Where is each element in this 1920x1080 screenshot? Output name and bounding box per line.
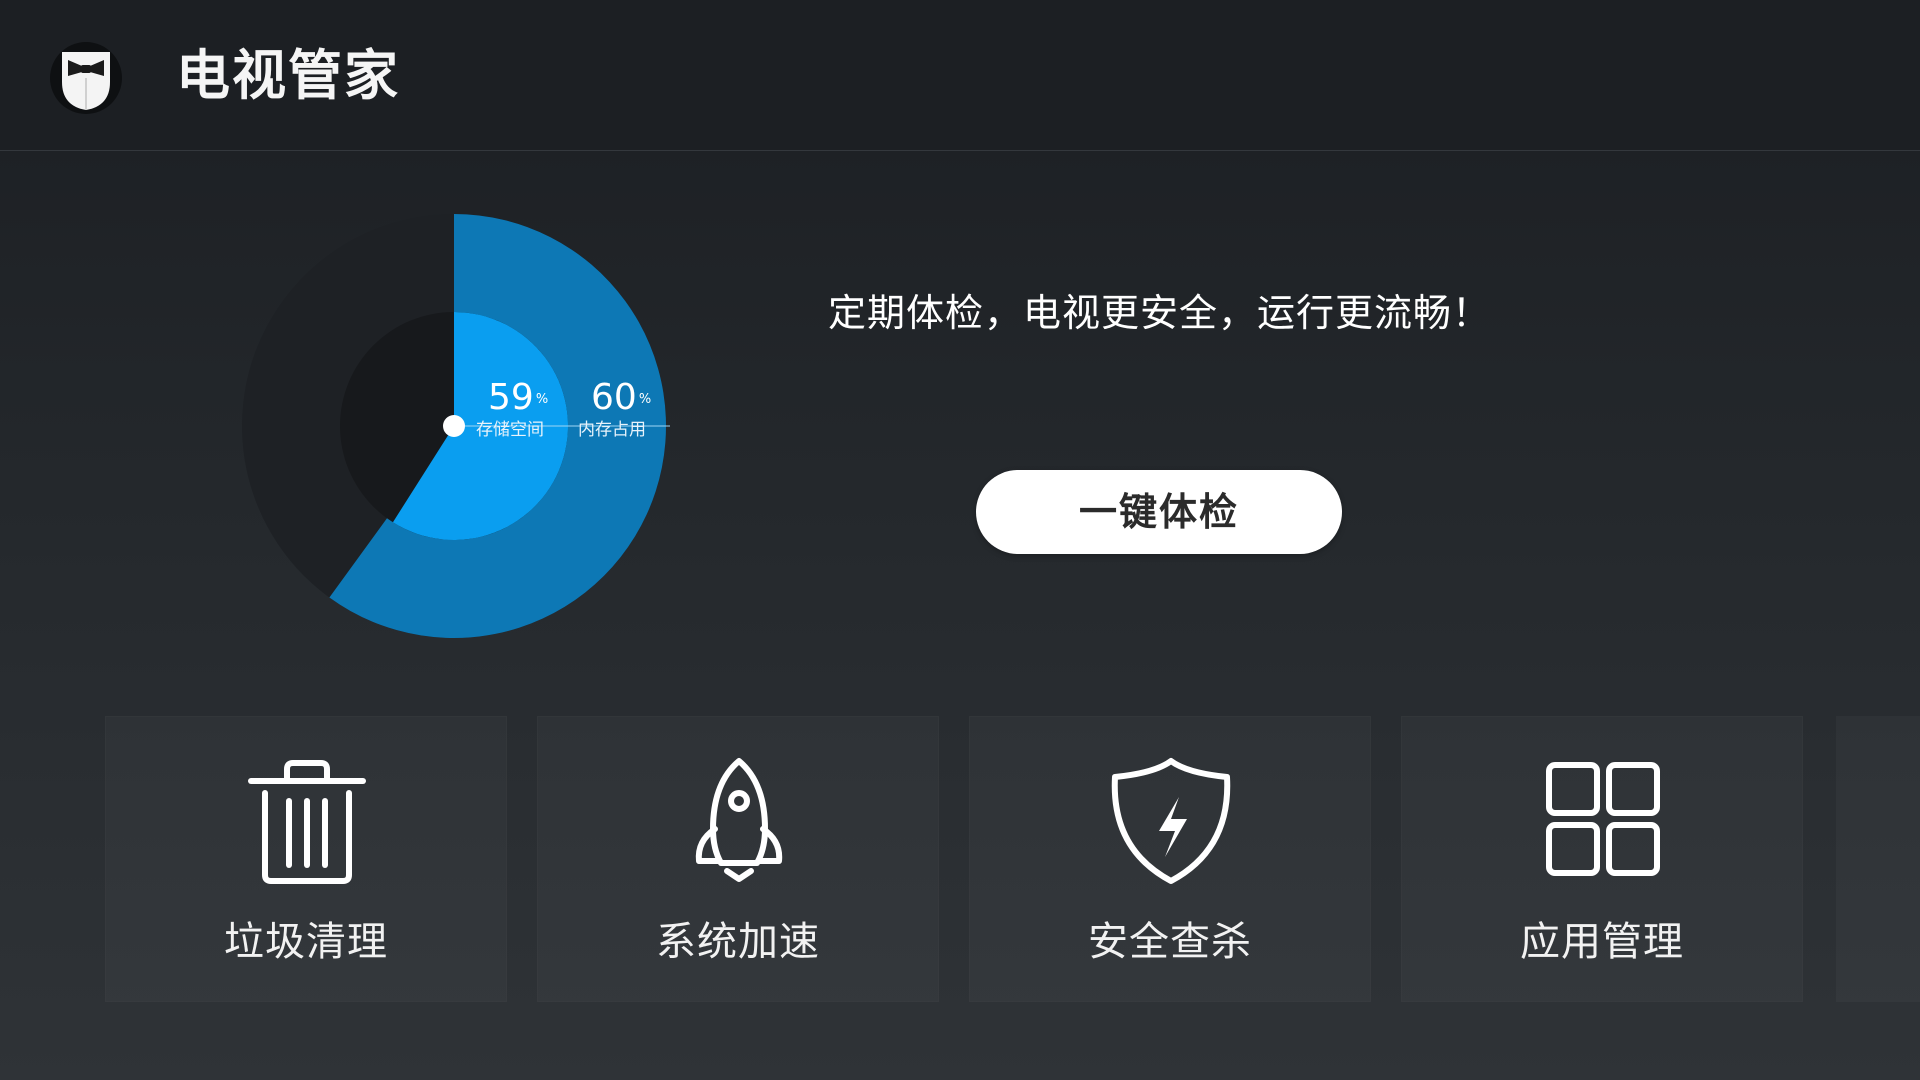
tile-system-boost[interactable]: 系统加速 [537,716,939,1002]
tile-app-manager[interactable]: 应用管理 [1401,716,1803,1002]
trash-icon [248,760,366,884]
storage-label: 存储空间 [476,420,544,440]
memory-percent: 60% [591,377,652,418]
apps-grid-icon [1546,762,1660,876]
tile-next-partial[interactable] [1836,716,1920,1002]
tile-label: 垃圾清理 [224,919,388,965]
one-click-check-button[interactable]: 一键体检 [976,470,1342,554]
storage-stat: 59% [488,378,548,418]
storage-percent: 59% [488,377,549,418]
tile-label: 应用管理 [1520,919,1684,965]
app-title: 电视管家 [176,44,400,107]
slogan-text: 定期体检，电视更安全，运行更流畅！ [828,291,1492,335]
tile-label: 安全查杀 [1088,919,1252,965]
rocket-icon [695,758,783,882]
shield-bolt-icon [1111,758,1231,884]
memory-label: 内存占用 [578,420,646,440]
tuxedo-mask-logo [50,42,122,114]
top-bar: 电视管家 [0,0,1920,151]
gauge-center-dot [443,415,465,437]
memory-stat: 60% [591,378,651,418]
tile-label: 系统加速 [656,919,820,965]
tile-junk-clean[interactable]: 垃圾清理 [105,716,507,1002]
tile-security-scan[interactable]: 安全查杀 [969,716,1371,1002]
